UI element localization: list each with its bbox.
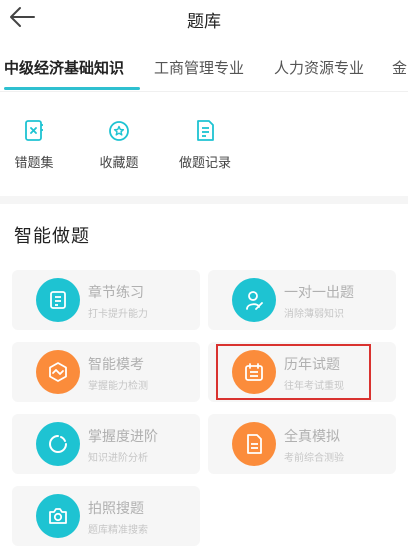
- error-book-icon: [25, 120, 43, 141]
- card-smart-mock-exam-circle: [36, 350, 80, 394]
- top-bar: 题库: [0, 0, 408, 40]
- card-photo-search-circle: [36, 494, 80, 538]
- quick-practice-record-label: 做题记录: [178, 156, 231, 171]
- card-subtitle: 知识进阶分析: [88, 453, 148, 464]
- card-one-on-one-circle: [232, 278, 276, 322]
- record-document-icon: [197, 120, 214, 141]
- card-title: 一对一出题: [284, 285, 354, 301]
- card-mastery-progress-circle: [36, 422, 80, 466]
- card-full-simulation-circle: [232, 422, 276, 466]
- card-title: 章节练习: [88, 285, 144, 301]
- card-title: 拍照搜题: [88, 501, 144, 517]
- hexagon-wave-icon: [49, 362, 67, 382]
- card-title: 掌握度进阶: [88, 429, 158, 445]
- progress-ring-icon: [49, 435, 67, 453]
- category-tabs: 中级经济基础知识 工商管理专业 人力资源专业 金: [0, 40, 408, 92]
- card-one-on-one[interactable]: 一对一出题 消除薄弱知识: [208, 270, 396, 330]
- card-mastery-progress[interactable]: 掌握度进阶 知识进阶分析: [12, 414, 200, 474]
- exam-paper-icon: [247, 434, 262, 454]
- card-chapter-practice[interactable]: 章节练习 打卡提升能力: [12, 270, 200, 330]
- star-badge-icon: [109, 121, 129, 141]
- card-subtitle: 掌握能力检测: [88, 381, 148, 392]
- quick-favorites[interactable]: 收藏题: [79, 118, 159, 171]
- active-tab-indicator: [4, 87, 140, 90]
- card-photo-search[interactable]: 拍照搜题 题库精准搜索: [12, 486, 200, 546]
- tab-business-management[interactable]: 工商管理专业: [154, 57, 244, 78]
- card-title: 全真模拟: [284, 429, 340, 445]
- card-subtitle: 消除薄弱知识: [284, 309, 344, 320]
- quick-error-book-label: 错题集: [14, 156, 54, 171]
- tab-finance[interactable]: 金: [392, 57, 407, 78]
- section-title: 智能做题: [14, 226, 90, 247]
- quick-favorites-label: 收藏题: [99, 156, 139, 171]
- card-full-simulation[interactable]: 全真模拟 考前综合测验: [208, 414, 396, 474]
- person-edit-icon: [246, 291, 263, 310]
- quick-error-book[interactable]: 错题集: [0, 118, 74, 171]
- card-title: 智能模考: [88, 357, 144, 373]
- card-subtitle: 题库精准搜索: [88, 525, 148, 536]
- card-chapter-practice-circle: [36, 278, 80, 322]
- tab-economics-basics[interactable]: 中级经济基础知识: [4, 57, 124, 78]
- card-subtitle: 考前综合测验: [284, 453, 344, 464]
- quick-practice-record[interactable]: 做题记录: [165, 118, 245, 171]
- camera-icon: [49, 508, 67, 524]
- highlight-box: [216, 344, 371, 400]
- card-smart-mock-exam[interactable]: 智能模考 掌握能力检测: [12, 342, 200, 402]
- section-divider: [0, 196, 408, 204]
- tab-human-resources[interactable]: 人力资源专业: [274, 57, 364, 78]
- page-title: 题库: [187, 12, 221, 32]
- document-list-icon: [50, 291, 66, 309]
- card-subtitle: 打卡提升能力: [88, 309, 148, 320]
